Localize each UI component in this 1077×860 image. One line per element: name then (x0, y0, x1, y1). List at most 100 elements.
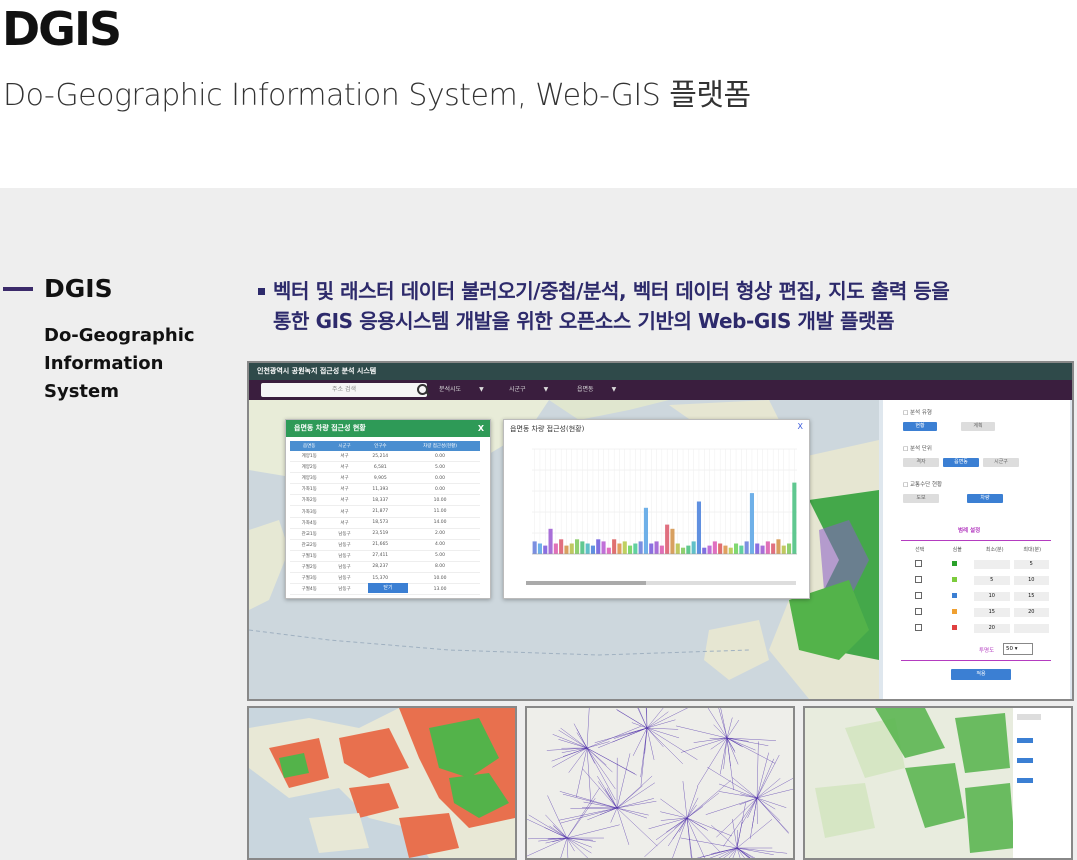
chart-bar[interactable] (728, 547, 733, 554)
table-row[interactable]: 가좌2동 서구 18,337 10.00 (290, 494, 480, 507)
legend-max-input[interactable]: 10 (1013, 575, 1049, 585)
chart-bar[interactable] (532, 541, 537, 554)
column-header[interactable]: 차량 접근성(현황) (400, 441, 480, 451)
chart-bar[interactable] (606, 547, 611, 554)
legend-min-input[interactable] (974, 559, 1010, 569)
column-header[interactable]: 인구수 (360, 441, 401, 451)
search-icon[interactable] (417, 384, 428, 395)
chart-bar[interactable] (553, 543, 558, 555)
legend-checkbox[interactable] (901, 591, 937, 601)
chart-bar[interactable] (559, 539, 564, 554)
chart-bar[interactable] (707, 545, 712, 554)
legend-max-input[interactable]: 15 (1013, 591, 1049, 601)
chart-bar[interactable] (702, 547, 707, 554)
chart-bar[interactable] (638, 541, 643, 554)
legend-checkbox[interactable] (901, 623, 937, 633)
legend-min-input[interactable]: 20 (974, 623, 1010, 633)
chart-bar[interactable] (580, 541, 585, 554)
legend-min-input[interactable]: 5 (974, 575, 1010, 585)
chart-bar[interactable] (543, 545, 548, 554)
table-row[interactable]: 구월1동 남동구 27,411 5.00 (290, 550, 480, 562)
chart-bar[interactable] (665, 524, 670, 554)
table-row[interactable]: 가좌1동 서구 11,393 0.00 (290, 483, 480, 496)
chart-bar[interactable] (723, 545, 728, 554)
table-row[interactable]: 구월3동 남동구 15,370 10.00 (290, 572, 480, 585)
option-plan[interactable]: 계획 (961, 422, 995, 431)
chart-bar[interactable] (675, 543, 680, 555)
chart-bar[interactable] (781, 545, 786, 554)
chart-bar[interactable] (659, 545, 664, 554)
chart-bar[interactable] (537, 543, 542, 555)
column-header[interactable]: 읍면동 (290, 441, 329, 451)
chart-scrollbar-thumb[interactable] (526, 581, 646, 585)
table-row[interactable]: 계양1동 서구 25,214 0.00 (290, 451, 480, 463)
table-row[interactable]: 관교2동 남동구 21,665 4.00 (290, 539, 480, 551)
chart-bar[interactable] (585, 543, 590, 555)
chart-bar[interactable] (633, 543, 638, 555)
legend-max-input[interactable] (1013, 623, 1049, 633)
option-current[interactable]: 현황 (903, 422, 937, 431)
option-grid[interactable]: 격자 (903, 458, 939, 467)
legend-max-input[interactable]: 5 (1013, 559, 1049, 569)
option-car[interactable]: 차량 (967, 494, 1003, 503)
chart-bar[interactable] (569, 543, 574, 555)
chart-bar[interactable] (744, 541, 749, 554)
option-dong[interactable]: 읍면동 (943, 458, 979, 467)
opacity-select[interactable]: 50 ▾ (1003, 643, 1033, 655)
close-icon[interactable]: X (798, 422, 803, 431)
table-row[interactable]: 계양2동 서구 6,581 5.00 (290, 461, 480, 474)
search-input[interactable]: 주소 검색 (261, 383, 427, 397)
chart-bar[interactable] (765, 541, 770, 554)
chart-bar[interactable] (617, 543, 622, 555)
column-header[interactable]: 시군구 (328, 441, 361, 451)
select-dong[interactable]: 읍면동 ▼ (577, 384, 616, 396)
table-row[interactable]: 구월2동 남동구 28,237 8.00 (290, 561, 480, 574)
chart-bar[interactable] (686, 545, 691, 554)
chart-bar[interactable] (596, 539, 601, 554)
chart-bar[interactable] (792, 482, 797, 554)
chart-bar[interactable] (575, 539, 580, 554)
chart-bar[interactable] (755, 543, 760, 555)
legend-min-input[interactable]: 10 (974, 591, 1010, 601)
chart-bar[interactable] (760, 545, 765, 554)
legend-checkbox[interactable] (901, 559, 937, 569)
chart-bar[interactable] (681, 547, 686, 554)
option-walk[interactable]: 도보 (903, 494, 939, 503)
chart-bar[interactable] (749, 493, 754, 554)
chart-bar[interactable] (628, 545, 633, 554)
legend-min-input[interactable]: 15 (974, 607, 1010, 617)
chart-bar[interactable] (787, 543, 792, 555)
table-row[interactable]: 관교1동 남동구 23,519 2.00 (290, 528, 480, 540)
chart-bar[interactable] (654, 541, 659, 554)
chart-bar[interactable] (548, 528, 553, 554)
chart-bar[interactable] (718, 543, 723, 555)
legend-max-input[interactable]: 20 (1013, 607, 1049, 617)
chart-bar[interactable] (670, 528, 675, 554)
legend-row: 20 (901, 620, 1051, 636)
chart-bar[interactable] (590, 545, 595, 554)
legend-checkbox[interactable] (901, 607, 937, 617)
select-sido[interactable]: 분석시도 ▼ (439, 384, 484, 396)
chart-bar[interactable] (771, 543, 776, 555)
chart-bar[interactable] (776, 539, 781, 554)
chart-bar[interactable] (601, 541, 606, 554)
option-sigungu[interactable]: 시군구 (983, 458, 1019, 467)
chart-bar[interactable] (734, 543, 739, 555)
chart-bar[interactable] (622, 541, 627, 554)
table-row[interactable]: 계양3동 서구 9,905 0.00 (290, 472, 480, 485)
chart-bar[interactable] (612, 539, 617, 554)
table-row[interactable]: 가좌3동 서구 21,877 11.00 (290, 505, 480, 518)
legend-checkbox[interactable] (901, 575, 937, 585)
apply-button[interactable]: 적용 (951, 669, 1011, 680)
table-row[interactable]: 가좌4동 서구 18,573 14.00 (290, 517, 480, 529)
close-icon[interactable]: X (478, 420, 484, 437)
chart-bar[interactable] (739, 545, 744, 554)
chart-bar[interactable] (649, 543, 654, 555)
chart-bar[interactable] (696, 501, 701, 555)
chart-bar[interactable] (691, 541, 696, 554)
chart-bar[interactable] (712, 541, 717, 554)
close-button[interactable]: 닫기 (368, 583, 408, 593)
chart-bar[interactable] (564, 545, 569, 554)
select-sigungu[interactable]: 시군구 ▼ (509, 384, 548, 396)
chart-bar[interactable] (643, 507, 648, 554)
